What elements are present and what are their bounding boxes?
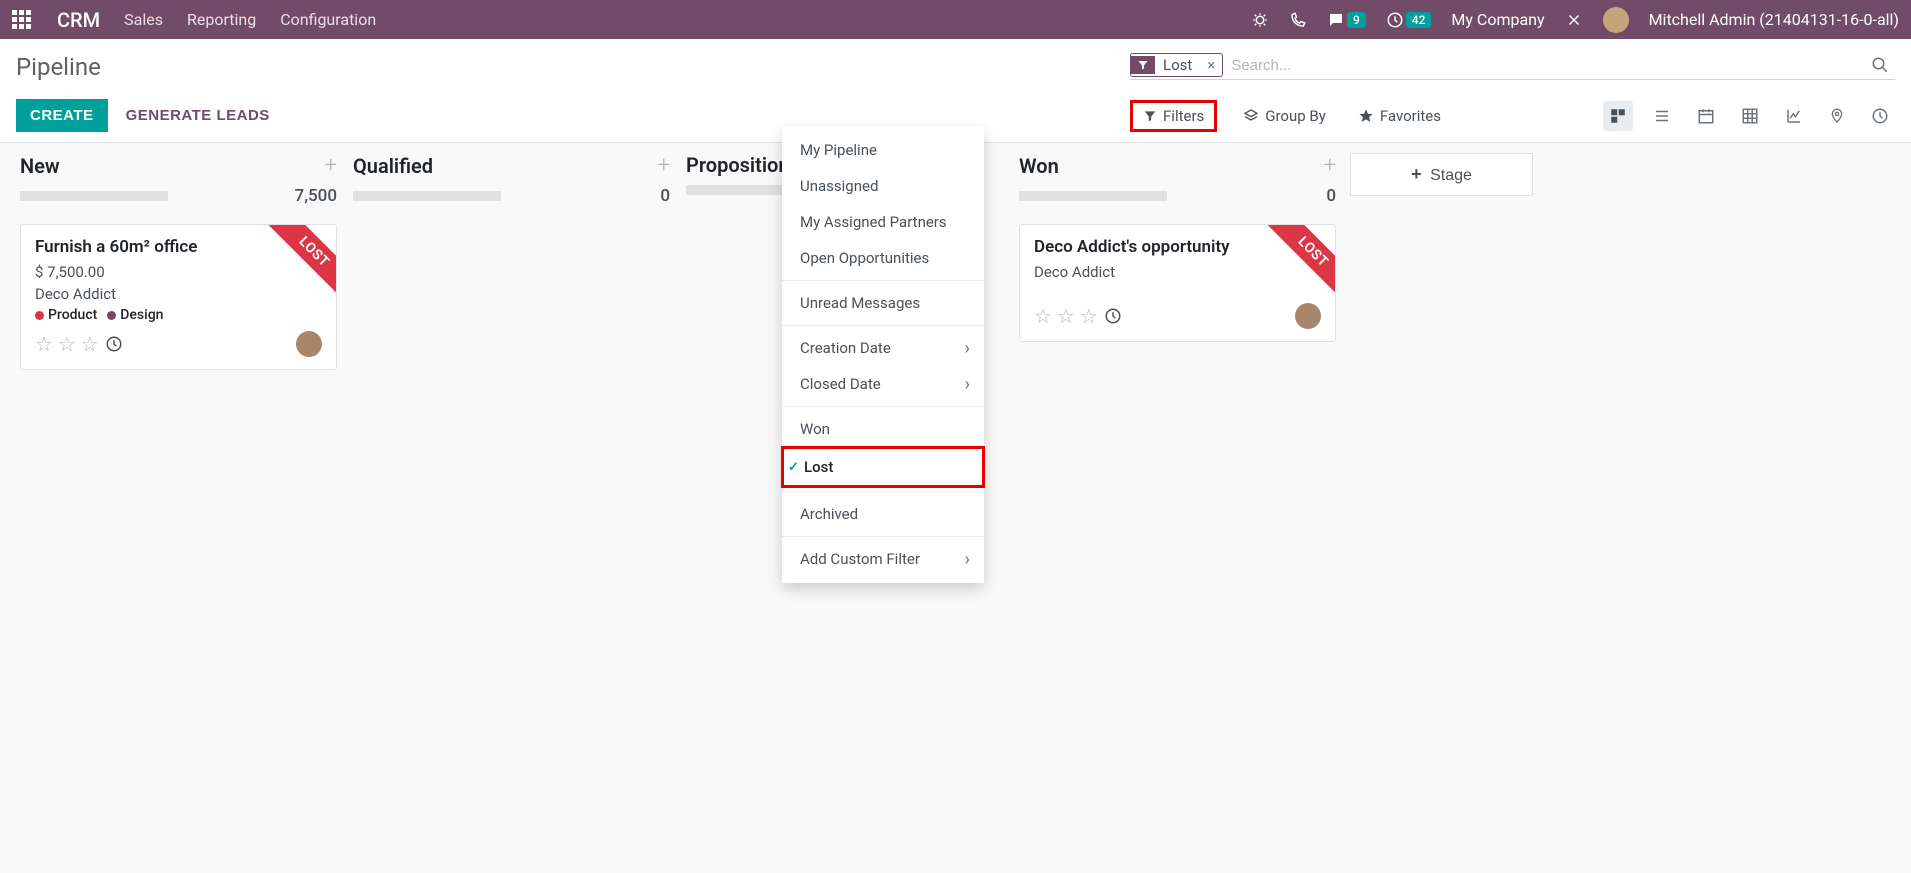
- search-box: Lost ×: [1130, 53, 1895, 80]
- generate-leads-button[interactable]: GENERATE LEADS: [112, 99, 284, 132]
- company-switcher[interactable]: My Company: [1451, 10, 1544, 29]
- add-stage-column: + Stage: [1344, 153, 1539, 196]
- plus-icon: +: [1411, 164, 1422, 184]
- filter-add-custom[interactable]: Add Custom Filter: [782, 541, 984, 577]
- kanban-column-new: New + 7,500 LOST Furnish a 60m² office $…: [12, 153, 345, 370]
- activities-badge: 42: [1406, 12, 1432, 28]
- column-title[interactable]: New: [20, 154, 325, 178]
- activity-clock-icon[interactable]: [105, 335, 123, 353]
- priority-stars[interactable]: ☆ ☆ ☆: [1034, 304, 1098, 328]
- filter-closed-date[interactable]: Closed Date: [782, 366, 984, 402]
- view-graph-icon[interactable]: [1779, 101, 1809, 131]
- view-pivot-icon[interactable]: [1735, 101, 1765, 131]
- card-title: Furnish a 60m² office: [35, 237, 322, 257]
- facet-remove-icon[interactable]: ×: [1200, 56, 1222, 74]
- column-title[interactable]: Won: [1019, 154, 1324, 178]
- lost-ribbon: LOST: [1266, 224, 1336, 299]
- dropdown-divider: [782, 280, 984, 281]
- tag-dot-icon: [35, 311, 44, 320]
- filters-dropdown: My Pipeline Unassigned My Assigned Partn…: [782, 126, 984, 583]
- bug-icon[interactable]: [1251, 11, 1269, 29]
- filter-archived[interactable]: Archived: [782, 496, 984, 532]
- filter-open-opps[interactable]: Open Opportunities: [782, 240, 984, 276]
- filter-lost[interactable]: ✓ Lost: [781, 446, 985, 488]
- priority-stars[interactable]: ☆ ☆ ☆: [35, 332, 99, 356]
- search-facet-lost: Lost ×: [1130, 53, 1223, 77]
- column-progress-bar[interactable]: [20, 191, 168, 201]
- favorites-button[interactable]: Favorites: [1352, 103, 1447, 129]
- column-progress-bar[interactable]: [353, 191, 501, 201]
- groupby-button[interactable]: Group By: [1237, 103, 1332, 129]
- kanban-card[interactable]: LOST Furnish a 60m² office $ 7,500.00 De…: [20, 224, 337, 370]
- favorites-label: Favorites: [1380, 107, 1441, 125]
- create-button[interactable]: CREATE: [16, 99, 108, 132]
- nav-configuration[interactable]: Configuration: [280, 10, 376, 29]
- kanban-column-won: Won + 0 LOST Deco Addict's opportunity D…: [1011, 153, 1344, 342]
- check-icon: ✓: [788, 460, 799, 475]
- card-tag: Product: [35, 307, 97, 323]
- search-input[interactable]: [1231, 57, 1865, 74]
- view-calendar-icon[interactable]: [1691, 101, 1721, 131]
- filter-icon: [1131, 56, 1155, 74]
- view-kanban-icon[interactable]: [1603, 101, 1633, 131]
- search-icon[interactable]: [1865, 56, 1895, 74]
- add-card-icon[interactable]: +: [325, 153, 337, 178]
- column-progress-bar[interactable]: [686, 185, 790, 195]
- filter-my-pipeline[interactable]: My Pipeline: [782, 132, 984, 168]
- card-amount: $ 7,500.00: [35, 263, 322, 281]
- filter-my-partners[interactable]: My Assigned Partners: [782, 204, 984, 240]
- filters-label: Filters: [1163, 107, 1204, 125]
- dropdown-divider: [782, 325, 984, 326]
- messages-icon[interactable]: 9: [1327, 11, 1366, 29]
- filter-creation-date[interactable]: Creation Date: [782, 330, 984, 366]
- filter-unassigned[interactable]: Unassigned: [782, 168, 984, 204]
- kanban-card[interactable]: LOST Deco Addict's opportunity Deco Addi…: [1019, 224, 1336, 342]
- page-title: Pipeline: [16, 53, 101, 81]
- column-progress-bar[interactable]: [1019, 191, 1167, 201]
- card-title: Deco Addict's opportunity: [1034, 237, 1321, 257]
- column-total: 0: [660, 186, 670, 206]
- filters-button[interactable]: Filters: [1130, 100, 1217, 132]
- tools-icon[interactable]: [1565, 11, 1583, 29]
- facet-label: Lost: [1155, 54, 1200, 76]
- assignee-avatar[interactable]: [296, 331, 322, 357]
- add-card-icon[interactable]: +: [1324, 153, 1336, 178]
- view-list-icon[interactable]: [1647, 101, 1677, 131]
- kanban-column-qualified: Qualified + 0: [345, 153, 678, 212]
- add-stage-button[interactable]: + Stage: [1350, 153, 1533, 196]
- column-total: 7,500: [295, 186, 337, 206]
- user-avatar[interactable]: [1603, 7, 1629, 33]
- dropdown-divider: [782, 406, 984, 407]
- top-navbar: CRM Sales Reporting Configuration 9 42 M…: [0, 0, 1911, 39]
- messages-badge: 9: [1347, 12, 1366, 28]
- add-card-icon[interactable]: +: [658, 153, 670, 178]
- phone-icon[interactable]: [1289, 11, 1307, 29]
- column-total: 0: [1326, 186, 1336, 206]
- filter-won[interactable]: Won: [782, 411, 984, 447]
- dropdown-divider: [782, 536, 984, 537]
- tag-dot-icon: [107, 311, 116, 320]
- user-name[interactable]: Mitchell Admin (21404131-16-0-all): [1649, 10, 1899, 29]
- assignee-avatar[interactable]: [1295, 303, 1321, 329]
- column-title[interactable]: Qualified: [353, 154, 658, 178]
- card-customer: Deco Addict: [35, 285, 322, 303]
- dropdown-divider: [782, 491, 984, 492]
- app-brand[interactable]: CRM: [57, 8, 100, 32]
- view-map-icon[interactable]: [1823, 101, 1851, 131]
- view-activity-icon[interactable]: [1865, 101, 1895, 131]
- activities-icon[interactable]: 42: [1386, 11, 1432, 29]
- nav-reporting[interactable]: Reporting: [187, 10, 256, 29]
- card-customer: Deco Addict: [1034, 263, 1321, 281]
- apps-icon[interactable]: [12, 10, 31, 29]
- groupby-label: Group By: [1265, 107, 1326, 125]
- nav-sales[interactable]: Sales: [124, 10, 163, 29]
- activity-clock-icon[interactable]: [1104, 307, 1122, 325]
- filter-unread[interactable]: Unread Messages: [782, 285, 984, 321]
- card-tag: Design: [107, 307, 163, 323]
